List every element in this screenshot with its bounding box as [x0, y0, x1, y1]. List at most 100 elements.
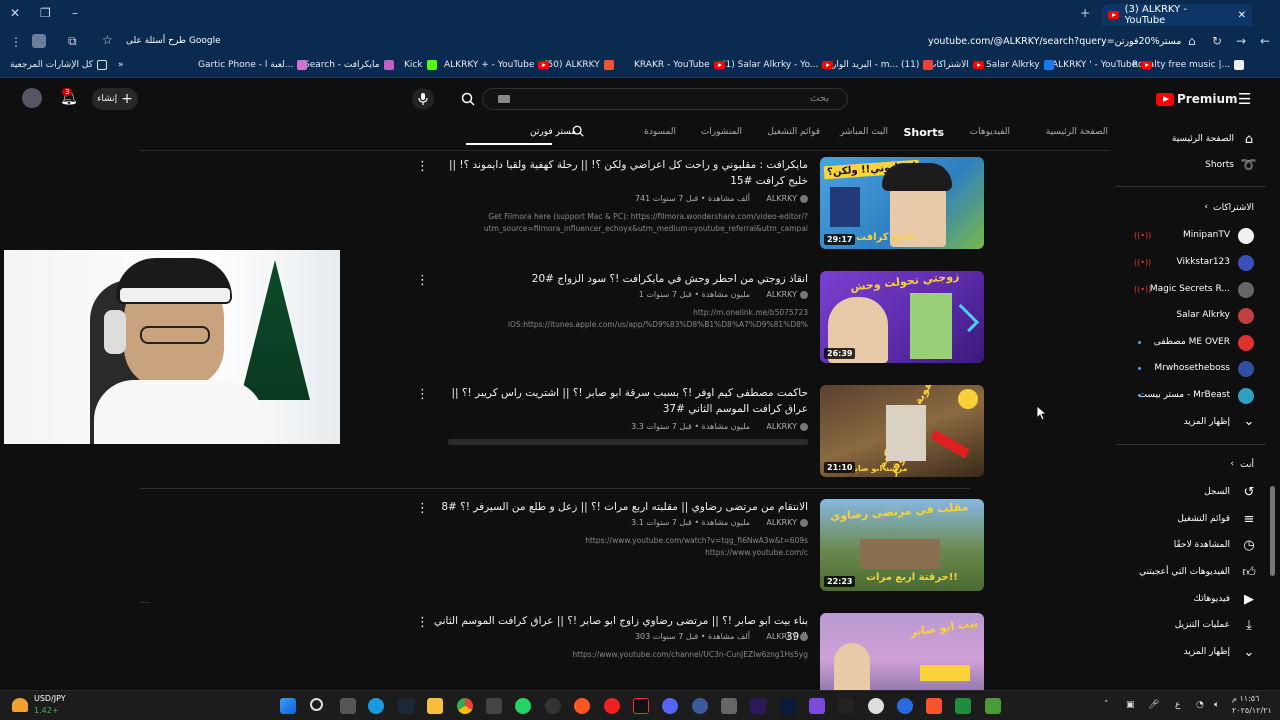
restore-window-icon[interactable]: ❐	[40, 6, 51, 20]
sidebar-show-more-you[interactable]: إظهار المزيد	[1184, 647, 1230, 657]
steam-icon[interactable]	[398, 698, 414, 714]
you-header[interactable]: أنت	[1240, 460, 1254, 470]
channel-name[interactable]: ALKRKY	[766, 290, 808, 299]
sidebar-sub-mrwhose[interactable]: Mrwhosetheboss	[1154, 363, 1230, 373]
start-windows-icon[interactable]	[280, 698, 296, 714]
new-tab-button[interactable]: +	[1080, 6, 1090, 20]
channel-name[interactable]: ALKRKY	[766, 632, 808, 641]
hamburger-menu-icon[interactable]: ☰	[1238, 90, 1251, 108]
app-icon[interactable]	[809, 698, 825, 714]
search-icon[interactable]	[310, 698, 323, 711]
tab-live[interactable]: البث المباشر	[840, 127, 888, 137]
bookmarks-overflow-icon[interactable]: »	[118, 60, 124, 70]
video-title[interactable]: مايكرافت : مقلبوني و راحت كل اعراضي ولكن…	[428, 157, 808, 189]
ask-google-label[interactable]: طرح أسئلة على Google	[126, 36, 221, 46]
search-input[interactable]: بحث	[482, 88, 848, 110]
extensions-icon[interactable]: ⧉	[68, 34, 77, 49]
bookmark-item[interactable]: Search - مايكرافت	[304, 60, 394, 70]
sidebar-item-history[interactable]: السجل	[1204, 487, 1230, 497]
close-window-icon[interactable]: ✕	[10, 6, 20, 20]
more-actions-icon[interactable]: ⋮	[416, 501, 429, 516]
app-icon[interactable]	[955, 698, 971, 714]
video-thumbnail[interactable]: مقلب في مرتضى رضاوي حرقتة اربع مرات!! 22…	[820, 499, 984, 591]
reload-icon[interactable]: ↻	[1212, 34, 1222, 48]
sidebar-sub-mrbeast[interactable]: مستر بيست - MrBeast	[1139, 390, 1230, 400]
menu-dots-icon[interactable]: ⋮	[10, 35, 22, 49]
bookmark-item[interactable]: ALKRKY + - YouTube	[444, 60, 550, 70]
channel-name[interactable]: ALKRKY	[766, 422, 808, 431]
forward-icon[interactable]: →	[1236, 34, 1246, 48]
sidebar-item-watch-later[interactable]: المشاهدة لاحقًا	[1174, 540, 1230, 550]
tab-shorts[interactable]: Shorts	[903, 126, 944, 139]
sidebar-sub-meover[interactable]: مصطفى ME OVER	[1154, 337, 1230, 347]
star-bookmark-icon[interactable]: ☆	[102, 33, 113, 47]
create-button[interactable]: إنشاء +	[92, 88, 138, 110]
tray-app-icon[interactable]: ▣	[1126, 700, 1135, 710]
video-thumbnail[interactable]: مقلبوني!! ولكن؟! خليج كرافت 29:17	[820, 157, 984, 249]
ticker-label[interactable]: USD/JPY	[34, 694, 66, 703]
sidebar-sub-minipantv[interactable]: MinipanTV	[1183, 230, 1230, 240]
bookmark-item[interactable]: (50) ALKRKY	[544, 60, 614, 70]
sidebar-sub-salar[interactable]: Salar Alkrky	[1176, 310, 1230, 320]
brave-icon[interactable]	[574, 698, 590, 714]
whatsapp-icon[interactable]	[515, 698, 531, 714]
discord-icon[interactable]	[662, 698, 678, 714]
keyboard-icon[interactable]	[498, 95, 510, 103]
bookmark-item[interactable]: البريد الوارد - m... (11)	[828, 60, 934, 70]
sidebar-item-liked[interactable]: الفيديوهات التي أعجبتني	[1139, 567, 1230, 577]
all-bookmarks[interactable]: كل الإشارات المرجعية	[10, 60, 107, 70]
app-icon[interactable]	[838, 698, 854, 714]
home-icon[interactable]: ⌂	[1188, 34, 1196, 48]
tab-videos[interactable]: الفيديوهات	[970, 127, 1010, 137]
tab-playlists[interactable]: قوائم التشغيل	[767, 127, 820, 137]
url-text[interactable]: youtube.com/@ALKRKY/search?query=مستر%20…	[928, 36, 1181, 47]
sidebar-item-shorts[interactable]: Shorts	[1205, 160, 1234, 170]
bookmark-item[interactable]: Kick	[404, 60, 437, 70]
video-title[interactable]: حاكمت مصطفى كيم اوفر !؟ بسبب سرقة ابو صا…	[428, 385, 809, 417]
premiere-icon[interactable]	[750, 698, 766, 714]
more-actions-icon[interactable]: ⋮	[416, 615, 429, 630]
channel-search-query[interactable]: مستر فورتن	[530, 127, 576, 137]
language-indicator[interactable]: ع	[1175, 700, 1180, 710]
channel-search-icon[interactable]	[572, 125, 584, 140]
video-title[interactable]: بناء بيت ابو صابر !؟ || مرتضى رضاوي زاوج…	[428, 613, 808, 645]
video-thumbnail[interactable]: زوجتي تحولت وحش 26:39	[820, 271, 984, 363]
bookmark-item[interactable]: Gartic Phone - لعبة ا...	[198, 60, 308, 70]
edge-icon[interactable]	[368, 698, 384, 714]
snipping-tool-icon[interactable]	[486, 698, 502, 714]
search-icon[interactable]	[457, 88, 479, 110]
opera-icon[interactable]	[604, 698, 620, 714]
video-result[interactable]: زوجتي تحولت وحش 26:39 انقاذ زوجتي من احط…	[400, 271, 990, 381]
tab-close-icon[interactable]: ✕	[1238, 10, 1246, 21]
sidebar-item-home[interactable]: الصفحة الرئيسية	[1172, 134, 1234, 144]
voice-search-icon[interactable]	[412, 88, 434, 110]
sidebar-item-downloads[interactable]: عمليات التنزيل	[1175, 620, 1230, 630]
bookmark-item[interactable]: KRAKR - YouTube	[634, 60, 725, 70]
tab-shows[interactable]: المسودة	[644, 127, 676, 137]
volume-icon[interactable]: 🔈︎	[1214, 700, 1219, 710]
profile-icon[interactable]	[32, 34, 46, 48]
more-actions-icon[interactable]: ⋮	[416, 387, 429, 402]
minimize-window-icon[interactable]: –	[72, 6, 78, 20]
video-thumbnail[interactable]: عقوبة مصطفى كيم اوفر مرشد ابو صابر 21:10	[820, 385, 984, 477]
video-title[interactable]: انقاذ زوجتي من احطر وحش في مايكرافت !؟ س…	[428, 271, 808, 287]
video-result[interactable]: مقلب في مرتضى رضاوي حرقتة اربع مرات!! 22…	[400, 499, 990, 609]
app-icon[interactable]	[897, 698, 913, 714]
app-icon[interactable]	[721, 698, 737, 714]
wifi-icon[interactable]: ◔	[1196, 700, 1204, 710]
weather-widget-icon[interactable]	[12, 698, 28, 712]
task-view-icon[interactable]	[340, 698, 356, 714]
more-actions-icon[interactable]: ⋮	[416, 159, 429, 174]
account-avatar[interactable]	[22, 88, 42, 108]
app-icon[interactable]	[926, 698, 942, 714]
sidebar-item-your-videos[interactable]: فيديوهاتك	[1194, 594, 1230, 604]
sidebar-sub-magic[interactable]: Magic Secrets R...	[1150, 284, 1230, 294]
video-title[interactable]: الانتقام من مرتضى رضاوي || مقلبته اربع م…	[428, 499, 808, 515]
settings-icon[interactable]	[868, 698, 884, 714]
video-result[interactable]: عقوبة مصطفى كيم اوفر مرشد ابو صابر 21:10…	[400, 385, 990, 495]
video-result[interactable]: بيت ابو صابر بناء بيت ابو صابر !؟ || مرت…	[400, 613, 990, 690]
video-result[interactable]: مقلبوني!! ولكن؟! خليج كرافت 29:17 مايكرا…	[400, 157, 990, 267]
obs-icon[interactable]	[545, 698, 561, 714]
subscriptions-header[interactable]: الاشتراكات	[1213, 203, 1254, 213]
tray-mic-icon[interactable]: 🎤︎	[1148, 700, 1159, 710]
